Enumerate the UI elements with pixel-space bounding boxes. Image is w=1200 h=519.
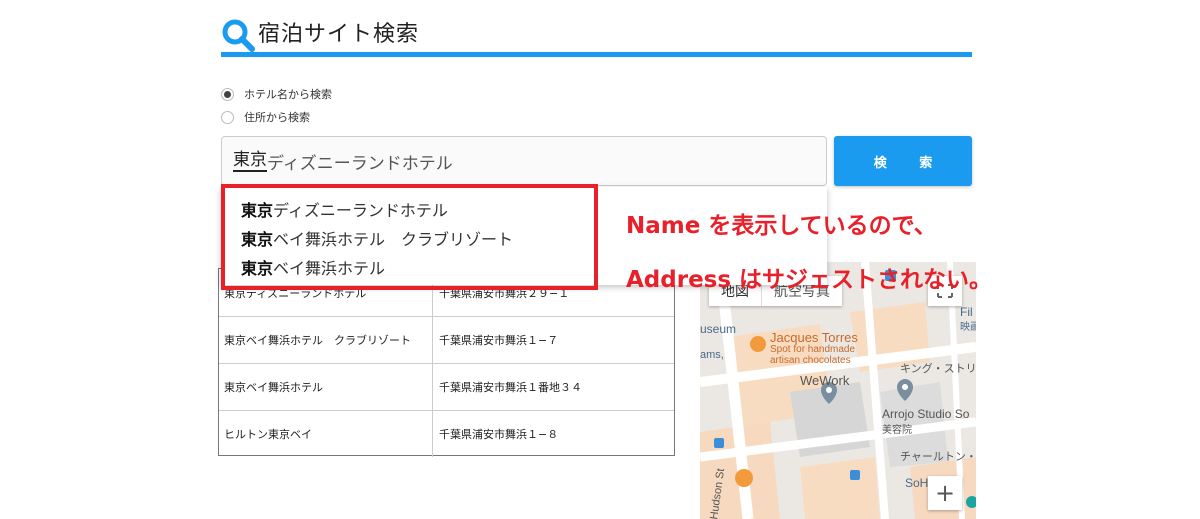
table-row[interactable]: ヒルトン東京ベイ 千葉県浦安市舞浜１−８: [219, 410, 674, 457]
map-label: ams,: [700, 349, 724, 361]
table-row[interactable]: 東京ベイ舞浜ホテル 千葉県浦安市舞浜１番地３４: [219, 363, 674, 411]
radio-label: 住所から検索: [244, 111, 310, 124]
map-label: Arrojo Studio So: [882, 407, 970, 421]
map-label: 映画: [960, 322, 976, 333]
title-divider: [221, 52, 972, 57]
map-label: SoH: [905, 476, 929, 490]
annotation-text-line2: Address はサジェストされない。: [626, 267, 993, 293]
map-label: チャールトン・ス: [900, 451, 976, 463]
table-row[interactable]: 東京ベイ舞浜ホテル クラブリゾート 千葉県浦安市舞浜１−７: [219, 316, 674, 364]
search-icon: [222, 19, 255, 52]
hotel-name-cell: 東京ベイ舞浜ホテル: [219, 363, 433, 410]
map-label: useum: [700, 322, 737, 336]
search-input-typed-text: 東京: [233, 150, 267, 172]
map-label: WeWork: [800, 373, 850, 388]
address-cell: 千葉県浦安市舞浜１番地３４: [439, 380, 582, 394]
map-label: Jacques Torres: [770, 330, 858, 345]
annotation-highlight-box: [221, 184, 598, 290]
results-table: 東京ディズニーランドホテル 千葉県浦安市舞浜２９−１ 東京ベイ舞浜ホテル クラブ…: [218, 268, 675, 457]
map-label: キング・ストリー: [900, 363, 976, 375]
map-label: Spot for handmade: [770, 344, 856, 355]
map-label: artisan chocolates: [770, 355, 851, 366]
radio-button-checked[interactable]: [221, 87, 234, 101]
hotel-name-cell: ヒルトン東京ベイ: [219, 410, 433, 457]
radio-option-address[interactable]: 住所から検索: [221, 109, 310, 125]
address-cell: 千葉県浦安市舞浜１−７: [439, 333, 559, 347]
search-input-completion: ディズニーランドホテル: [267, 153, 453, 174]
radio-button[interactable]: [221, 110, 234, 124]
map-label: 美容院: [882, 425, 912, 436]
address-cell: 千葉県浦安市舞浜１−８: [439, 427, 559, 441]
annotation-text-line1: Name を表示しているので、: [626, 213, 937, 239]
search-input[interactable]: 東京 ディズニーランドホテル: [221, 136, 827, 186]
radio-label: ホテル名から検索: [244, 88, 332, 101]
radio-option-hotel-name[interactable]: ホテル名から検索: [221, 86, 332, 102]
page-title: 宿泊サイト検索: [258, 22, 420, 47]
search-button[interactable]: 検 索: [834, 136, 972, 186]
map-label: Fil: [960, 305, 973, 319]
zoom-in-button[interactable]: +: [928, 476, 962, 510]
hotel-name-cell: 東京ベイ舞浜ホテル クラブリゾート: [219, 316, 433, 363]
map-view[interactable]: useum ams, Jacques Torres Spot for handm…: [700, 262, 976, 519]
